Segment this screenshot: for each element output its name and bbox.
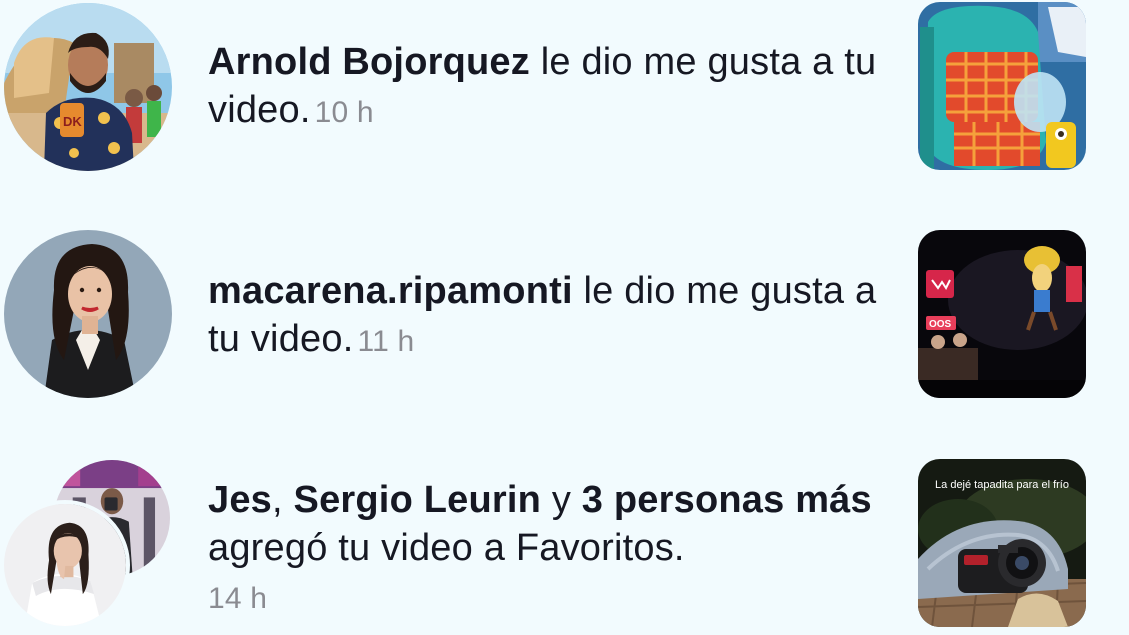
video-thumbnail-stage-icon: OOS — [918, 230, 1086, 398]
video-thumbnail[interactable]: La dejé tapadita para el frío — [918, 459, 1086, 627]
notification-item[interactable]: Jes, Sergio Leurin y 3 personas más agre… — [0, 450, 1129, 635]
thumbnail-caption: La dejé tapadita para el frío — [935, 479, 1069, 491]
notification-item[interactable]: macarena.ripamonti le dio me gusta a tu … — [0, 225, 1129, 405]
notification-text: Arnold Bojorquez le dio me gusta a tu vi… — [208, 38, 878, 137]
video-thumbnail[interactable]: OOS — [918, 230, 1086, 398]
profile-photo-icon — [4, 230, 172, 398]
profile-photo-icon — [4, 504, 126, 626]
notification-text: Jes, Sergio Leurin y 3 personas más agre… — [208, 476, 878, 623]
notification-item[interactable]: DK Arnold Bojorquez le dio me gusta a tu… — [0, 0, 1129, 190]
svg-text:DK: DK — [63, 114, 82, 129]
notification-text: macarena.ripamonti le dio me gusta a tu … — [208, 267, 878, 366]
action-text: agregó tu video a Favoritos. — [208, 527, 685, 569]
actor-name[interactable]: macarena.ripamonti — [208, 270, 573, 312]
actor-name[interactable]: Arnold Bojorquez — [208, 41, 530, 83]
timestamp: 11 h — [357, 325, 415, 358]
profile-photo-icon: DK — [4, 3, 172, 171]
user-avatar-front[interactable] — [0, 500, 130, 630]
actor-name[interactable]: Sergio Leurin — [294, 479, 542, 521]
video-thumbnail[interactable] — [918, 2, 1086, 170]
svg-text:OOS: OOS — [929, 319, 952, 330]
actor-name[interactable]: Jes — [208, 479, 272, 521]
timestamp: 10 h — [314, 96, 374, 129]
user-avatar[interactable]: DK — [4, 3, 172, 171]
others-count[interactable]: 3 personas más — [582, 479, 872, 521]
timestamp: 14 h — [208, 582, 268, 615]
user-avatar[interactable] — [4, 230, 172, 398]
video-thumbnail-backpack-icon — [918, 2, 1086, 170]
separator-text: , — [272, 479, 294, 521]
separator-text: y — [541, 479, 582, 521]
